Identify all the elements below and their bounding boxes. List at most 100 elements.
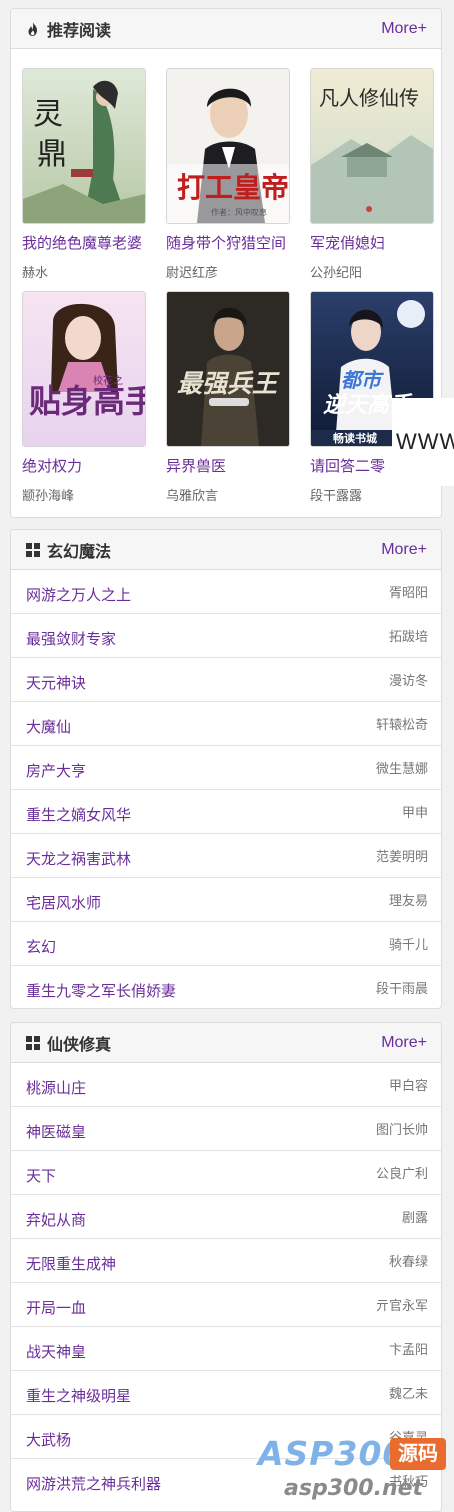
fire-icon xyxy=(25,21,41,37)
book-author: 颛孙海峰 xyxy=(22,488,75,503)
list-item[interactable]: 重生九零之军长俏娇妻 段干雨晨 xyxy=(11,966,441,1008)
svg-text:凡人修仙传: 凡人修仙传 xyxy=(319,86,419,110)
book-title[interactable]: 弃妃从商 xyxy=(26,1209,86,1230)
book-author: 赫水 xyxy=(22,265,49,280)
book-cover[interactable]: 灵 鼎 xyxy=(22,68,146,224)
list-item[interactable]: 弃妃从商 剧露 xyxy=(11,1195,441,1239)
book-title[interactable]: 网游洪荒之神兵利器 xyxy=(26,1473,161,1494)
featured-book-grid: 灵 鼎 我的绝色魔尊老婆 赫水 打工皇帝 作者：风中叹息 随身带个狩猎空间 尉迟… xyxy=(11,49,441,517)
book-title[interactable]: 战天神皇 xyxy=(26,1341,86,1362)
book-card[interactable]: 灵 鼎 我的绝色魔尊老婆 赫水 xyxy=(22,68,146,281)
book-author: 图门长帅 xyxy=(375,1122,428,1137)
book-title[interactable]: 房产大亨 xyxy=(26,760,86,781)
svg-text:畅读书城: 畅读书城 xyxy=(333,431,377,445)
book-author: 理友易 xyxy=(388,893,428,908)
book-author: 书秋巧 xyxy=(388,1474,428,1489)
svg-text:最强兵王: 最强兵王 xyxy=(177,369,280,398)
book-title[interactable]: 网游之万人之上 xyxy=(26,584,131,605)
book-cover[interactable]: 打工皇帝 作者：风中叹息 xyxy=(166,68,290,224)
book-author: 甲白容 xyxy=(388,1078,428,1093)
more-link[interactable]: More+ xyxy=(381,20,427,38)
book-author: 亓官永军 xyxy=(375,1298,428,1313)
book-author: 拓跋培 xyxy=(388,629,428,644)
book-card[interactable]: 打工皇帝 作者：风中叹息 随身带个狩猎空间 尉迟红彦 xyxy=(166,68,290,281)
list-item[interactable]: 玄幻 骑千儿 xyxy=(11,922,441,966)
book-title[interactable]: 重生之嫡女风华 xyxy=(26,804,131,825)
book-card[interactable]: 贴身高手 校花之 绝对权力 颛孙海峰 xyxy=(22,291,146,504)
svg-text:都市: 都市 xyxy=(341,369,384,392)
list-item[interactable]: 最强敛财专家 拓跋培 xyxy=(11,614,441,658)
book-author: 胥昭阳 xyxy=(388,585,428,600)
list-item[interactable]: 天龙之祸害武林 范姜明明 xyxy=(11,834,441,878)
book-author: 段干露露 xyxy=(310,488,363,503)
list-item[interactable]: 宅居风水师 理友易 xyxy=(11,878,441,922)
svg-text:打工皇帝: 打工皇帝 xyxy=(177,171,289,204)
list-item[interactable]: 大魔仙 轩辕松奇 xyxy=(11,702,441,746)
book-title[interactable]: 无限重生成神 xyxy=(26,1253,116,1274)
grid-icon xyxy=(25,542,41,558)
book-title[interactable]: 大武杨 xyxy=(26,1429,71,1450)
book-author: 剧露 xyxy=(401,1210,428,1225)
section-header: 仙侠修真 More+ xyxy=(11,1023,441,1063)
book-title[interactable]: 军宠俏媳妇 xyxy=(310,232,434,253)
book-author: 微生慧娜 xyxy=(375,761,428,776)
book-title[interactable]: 我的绝色魔尊老婆 xyxy=(22,232,146,253)
list-item[interactable]: 重生之嫡女风华 甲申 xyxy=(11,790,441,834)
book-title[interactable]: 宅居风水师 xyxy=(26,892,101,913)
section-header: 玄幻魔法 More+ xyxy=(11,530,441,570)
list-item[interactable]: 天元神诀 漫访冬 xyxy=(11,658,441,702)
svg-text:校花之: 校花之 xyxy=(93,374,123,387)
book-author: 魏乙未 xyxy=(388,1386,428,1401)
more-link[interactable]: More+ xyxy=(381,541,427,559)
book-title[interactable]: 重生九零之军长俏娇妻 xyxy=(26,980,176,1001)
section-title: 仙侠修真 xyxy=(47,1036,112,1054)
book-author: 乌雅欣言 xyxy=(166,488,219,503)
book-cover[interactable]: 凡人修仙传 xyxy=(310,68,434,224)
book-title[interactable]: 最强敛财专家 xyxy=(26,628,116,649)
book-title[interactable]: 绝对权力 xyxy=(22,455,146,476)
book-title[interactable]: 重生之神级明星 xyxy=(26,1385,131,1406)
featured-panel: 推荐阅读 More+ 灵 鼎 我的绝色魔尊老婆 赫水 打工皇帝 作者：风中叹息 … xyxy=(10,8,442,518)
list-item[interactable]: 房产大亨 微生慧娜 xyxy=(11,746,441,790)
list-item[interactable]: 开局一血 亓官永军 xyxy=(11,1283,441,1327)
list-item[interactable]: 重生之神级明星 魏乙未 xyxy=(11,1371,441,1415)
book-title[interactable]: 天元神诀 xyxy=(26,672,86,693)
svg-text:作者：风中叹息: 作者：风中叹息 xyxy=(211,207,267,217)
book-card[interactable]: 最强兵王 异界兽医 乌雅欣言 xyxy=(166,291,290,504)
section-title: 玄幻魔法 xyxy=(47,543,112,561)
book-cover[interactable]: 最强兵王 xyxy=(166,291,290,447)
list-item[interactable]: 网游之万人之上 胥昭阳 xyxy=(11,570,441,614)
book-author: 谷嘉灵 xyxy=(388,1430,428,1445)
book-title[interactable]: 天龙之祸害武林 xyxy=(26,848,131,869)
list-item[interactable]: 神医磁皇 图门长帅 xyxy=(11,1107,441,1151)
svg-text:贴身高手: 贴身高手 xyxy=(29,382,145,420)
book-title[interactable]: 桃源山庄 xyxy=(26,1077,86,1098)
list-item[interactable]: 战天神皇 卞孟阳 xyxy=(11,1327,441,1371)
grid-icon xyxy=(25,1035,41,1051)
list-item[interactable]: 天下 公良广利 xyxy=(11,1151,441,1195)
book-author: 范姜明明 xyxy=(375,849,428,864)
book-cover[interactable]: 贴身高手 校花之 xyxy=(22,291,146,447)
book-title[interactable]: 天下 xyxy=(26,1165,56,1186)
book-title[interactable]: 大魔仙 xyxy=(26,716,71,737)
list-item[interactable]: 无限重生成神 秋春绿 xyxy=(11,1239,441,1283)
book-title[interactable]: 神医磁皇 xyxy=(26,1121,86,1142)
book-title[interactable]: 随身带个狩猎空间 xyxy=(166,232,290,253)
book-author: 卞孟阳 xyxy=(388,1342,428,1357)
book-author: 公良广利 xyxy=(375,1166,428,1181)
list-item[interactable]: 网游洪荒之神兵利器 书秋巧 xyxy=(11,1459,441,1503)
list-item[interactable]: 桃源山庄 甲白容 xyxy=(11,1063,441,1107)
book-author: 甲申 xyxy=(401,805,428,820)
more-link[interactable]: More+ xyxy=(381,1034,427,1052)
book-title[interactable]: 玄幻 xyxy=(26,936,56,957)
book-author: 段干雨晨 xyxy=(375,981,428,996)
category-panel-xuanhuan: 玄幻魔法 More+ 网游之万人之上 胥昭阳 最强敛财专家 拓跋培 天元神诀 漫访冬 … xyxy=(10,529,442,1009)
book-title[interactable]: 开局一血 xyxy=(26,1297,86,1318)
book-author: 骑千儿 xyxy=(388,937,428,952)
book-title[interactable]: 异界兽医 xyxy=(166,455,290,476)
book-author: 轩辕松奇 xyxy=(375,717,428,732)
book-author: 尉迟红彦 xyxy=(166,265,219,280)
book-card[interactable]: 凡人修仙传 军宠俏媳妇 公孙纪阳 xyxy=(310,68,434,281)
list-item[interactable]: 大武杨 谷嘉灵 xyxy=(11,1415,441,1459)
book-author: 秋春绿 xyxy=(388,1254,428,1269)
